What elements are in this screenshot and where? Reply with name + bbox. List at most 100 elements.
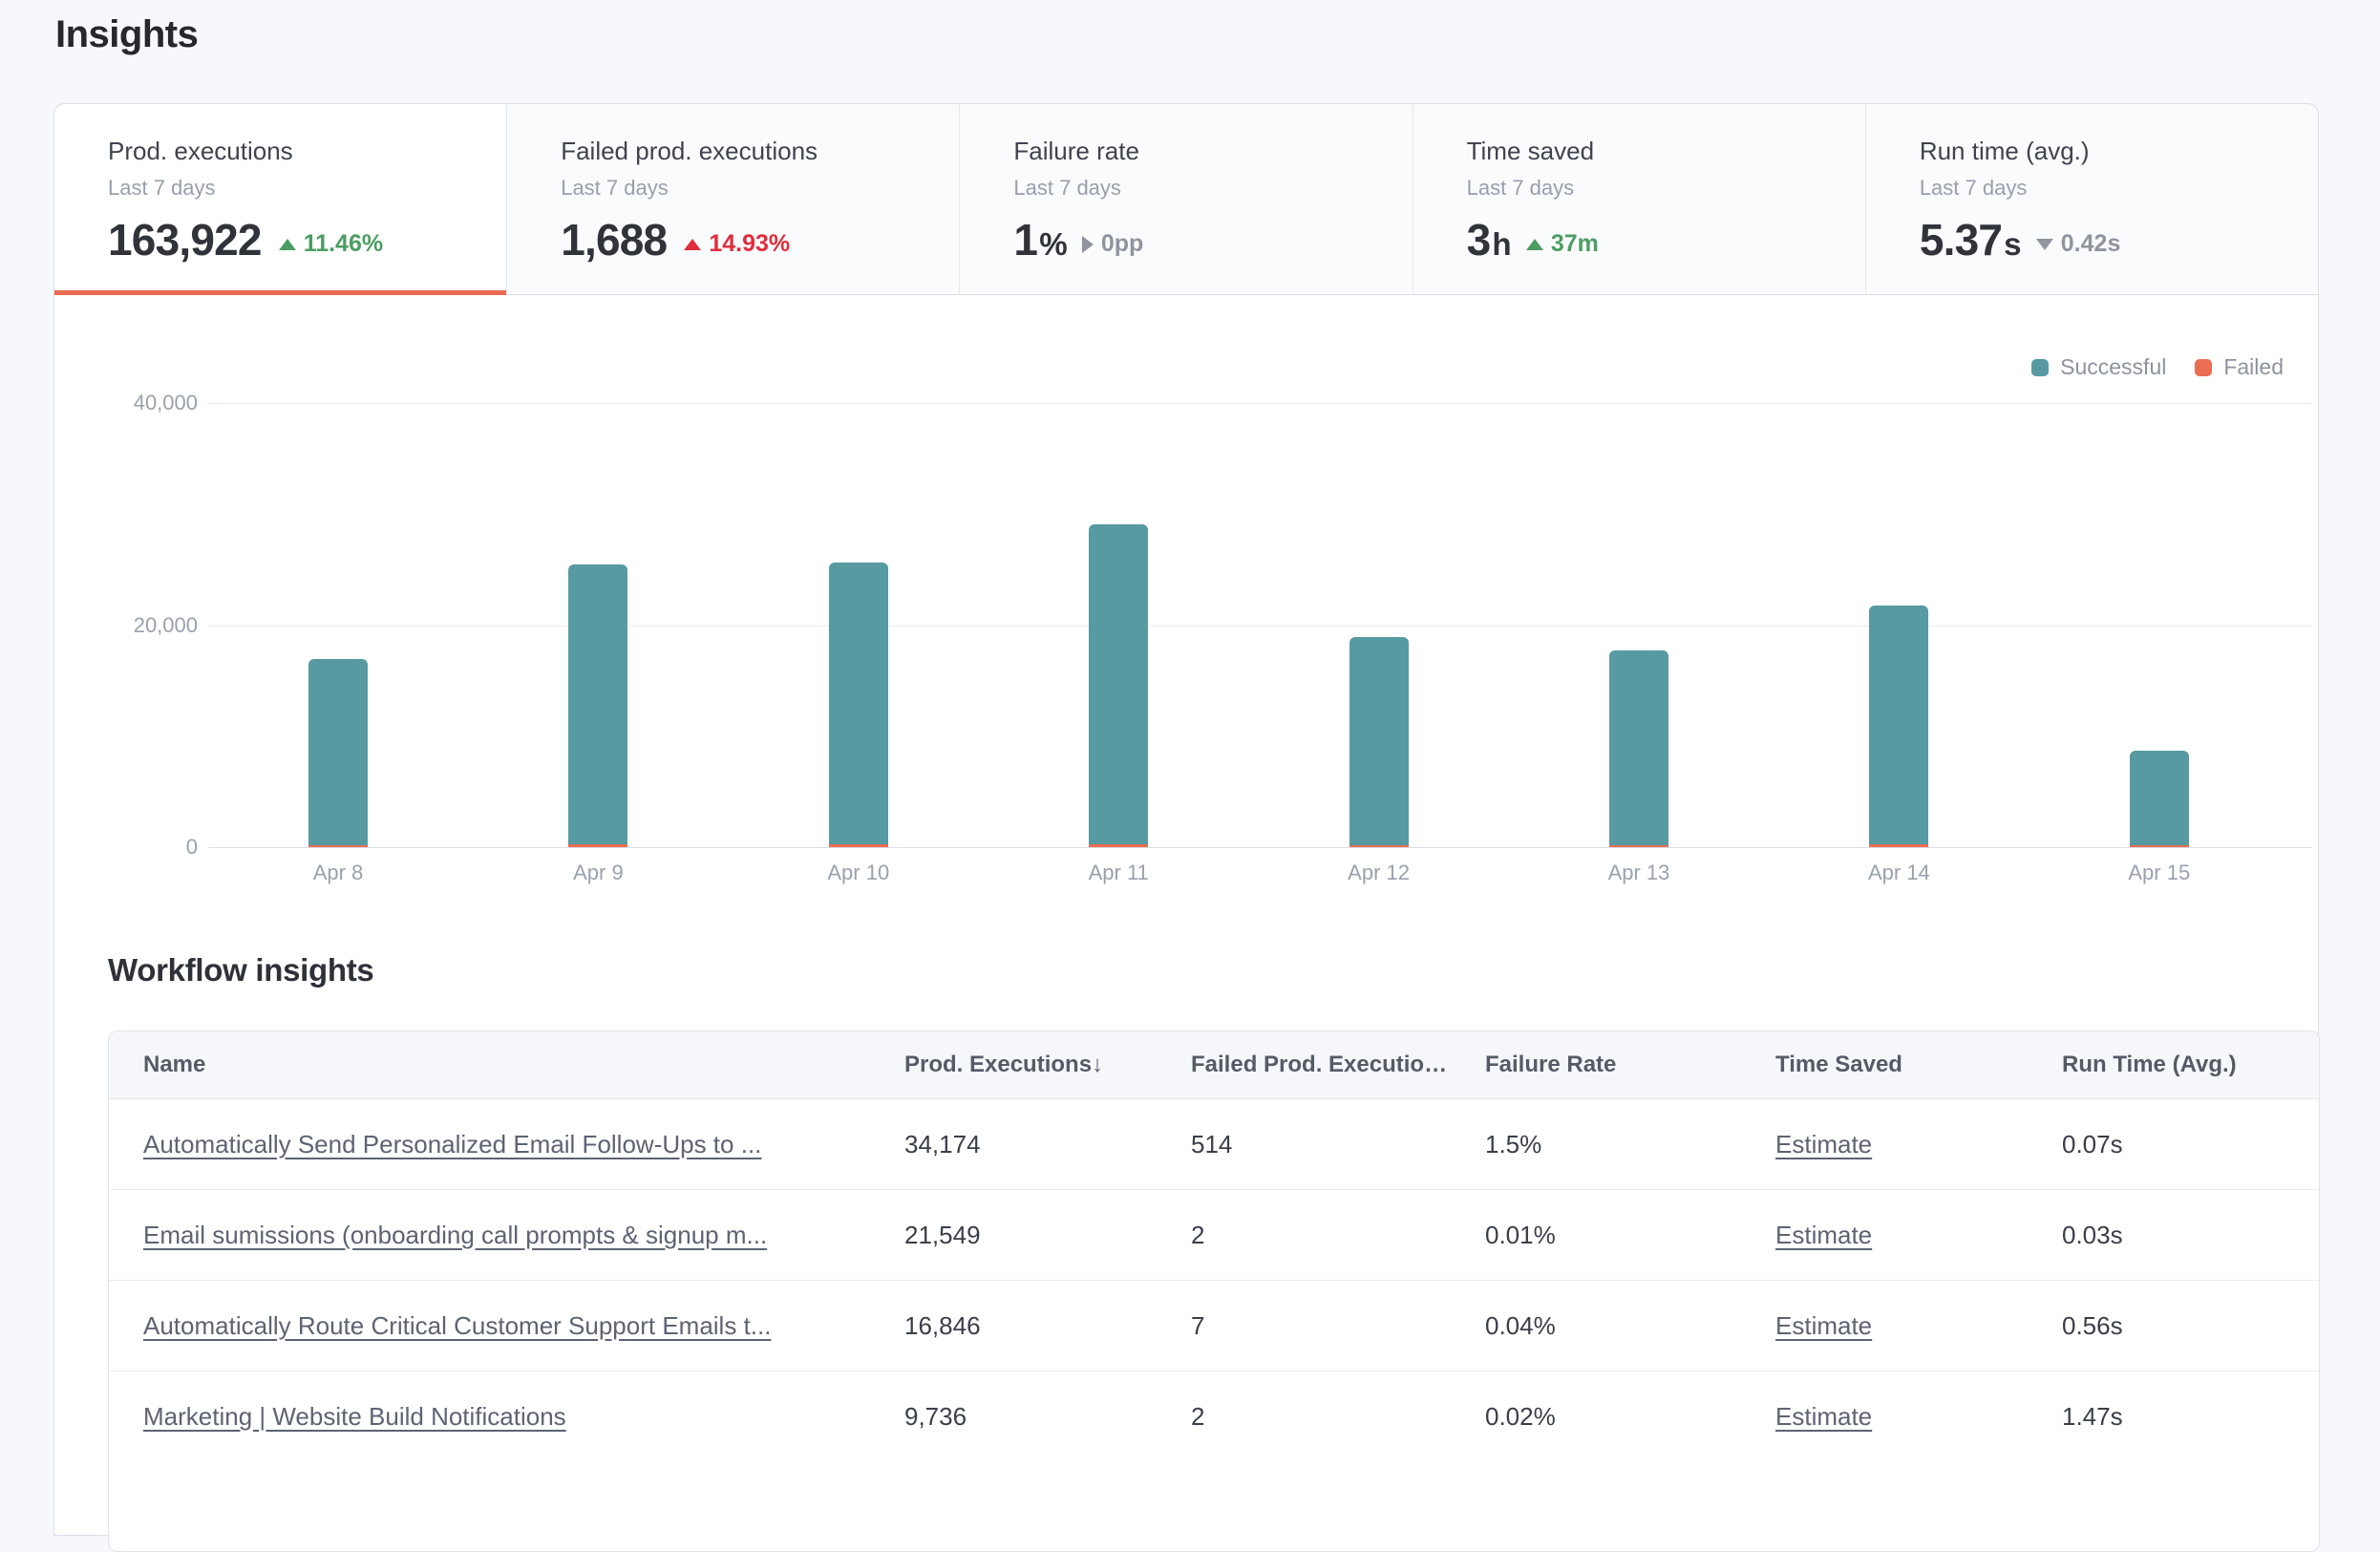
legend-swatch-icon [2031,359,2049,376]
legend-item-failed[interactable]: Failed [2195,354,2284,380]
cell-failure-rate: 0.01% [1451,1221,1741,1250]
cell-run-time: 0.07s [2028,1130,2319,1159]
column-header-failure-rate[interactable]: Failure Rate [1451,1052,1741,1078]
x-axis-label: Apr 11 [1042,861,1195,885]
column-header-prod-executions[interactable]: Prod. Executions↓ [870,1052,1157,1078]
bar-apr-15 [2130,751,2189,847]
cell-time-saved: Estimate [1741,1311,2028,1341]
metric-delta: 37m [1526,230,1599,258]
x-axis-label: Apr 13 [1562,861,1715,885]
estimate-link[interactable]: Estimate [1775,1130,1872,1159]
x-axis-label: Apr 10 [782,861,935,885]
cell-failure-rate: 0.02% [1451,1402,1741,1432]
bar-apr-14 [1869,606,1928,847]
metric-period: Last 7 days [1013,176,1358,201]
table-row: Email sumissions (onboarding call prompt… [109,1190,2319,1281]
bar-apr-8 [308,659,368,847]
x-axis-label: Apr 14 [1822,861,1975,885]
sort-descending-icon: ↓ [1092,1052,1103,1077]
cell-name: Automatically Route Critical Customer Su… [109,1311,870,1341]
x-axis-label: Apr 8 [262,861,414,885]
estimate-link[interactable]: Estimate [1775,1311,1872,1340]
legend-item-successful[interactable]: Successful [2031,354,2166,380]
cell-name: Automatically Send Personalized Email Fo… [109,1130,870,1159]
column-header-name[interactable]: Name [109,1052,870,1078]
bar-segment-failed [1609,845,1668,848]
y-axis-label: 40,000 [83,391,198,415]
workflow-name-link[interactable]: Marketing | Website Build Notifications [143,1402,566,1431]
bar-segment-successful [1609,650,1668,845]
tab-failure-rate[interactable]: Failure rate Last 7 days 1% 0pp [959,104,1412,295]
gridline [208,847,2312,848]
insights-panel: Prod. executions Last 7 days 163,922 11.… [53,103,2319,1536]
gridline [208,403,2312,404]
executions-bar-chart: SuccessfulFailed 40,00020,0000Apr 8Apr 9… [54,295,2318,925]
bar-segment-successful [1349,637,1409,844]
table-header-row: NameProd. Executions↓Failed Prod. Execut… [109,1031,2319,1099]
cell-prod-executions: 21,549 [870,1221,1157,1250]
trend-up-icon [279,239,296,250]
column-header-failed-prod-executions[interactable]: Failed Prod. Executions [1157,1052,1451,1078]
estimate-link[interactable]: Estimate [1775,1402,1872,1431]
tab-prod-executions[interactable]: Prod. executions Last 7 days 163,922 11.… [54,104,506,295]
cell-prod-executions: 34,174 [870,1130,1157,1159]
cell-failed-prod-executions: 7 [1157,1311,1451,1341]
cell-failure-rate: 1.5% [1451,1130,1741,1159]
gridline [208,626,2312,627]
workflow-insights-heading: Workflow insights [108,952,373,989]
tab-failed-prod-executions[interactable]: Failed prod. executions Last 7 days 1,68… [506,104,959,295]
table-row: Automatically Route Critical Customer Su… [109,1281,2319,1371]
y-axis-label: 0 [83,835,198,860]
metric-title: Failed prod. executions [561,137,905,166]
cell-run-time: 0.56s [2028,1311,2319,1341]
metric-title: Run time (avg.) [1920,137,2264,166]
cell-failed-prod-executions: 2 [1157,1402,1451,1432]
bar-segment-successful [568,564,627,844]
y-axis-label: 20,000 [83,613,198,638]
cell-prod-executions: 9,736 [870,1402,1157,1432]
metric-period: Last 7 days [561,176,905,201]
cell-time-saved: Estimate [1741,1130,2028,1159]
bar-segment-failed [568,844,627,847]
column-header-run-time-avg-[interactable]: Run Time (Avg.) [2028,1052,2319,1078]
column-header-time-saved[interactable]: Time Saved [1741,1052,2028,1078]
cell-run-time: 1.47s [2028,1402,2319,1432]
cell-time-saved: Estimate [1741,1402,2028,1432]
trend-neutral-icon [1082,236,1094,253]
cell-name: Email sumissions (onboarding call prompt… [109,1221,870,1250]
cell-run-time: 0.03s [2028,1221,2319,1250]
x-axis-label: Apr 12 [1303,861,1456,885]
metric-title: Failure rate [1013,137,1358,166]
tab-run-time-avg[interactable]: Run time (avg.) Last 7 days 5.37s 0.42s [1865,104,2318,295]
legend-label: Successful [2060,354,2166,380]
bar-segment-successful [829,563,888,844]
bar-segment-failed [1869,844,1928,847]
metric-period: Last 7 days [108,176,453,201]
trend-up-icon [1526,239,1543,250]
legend-swatch-icon [2195,359,2212,376]
bar-segment-failed [829,844,888,847]
cell-failure-rate: 0.04% [1451,1311,1741,1341]
bar-segment-successful [1089,524,1148,843]
chart-legend: Successful Failed [2031,354,2284,380]
metric-delta: 0.42s [2036,230,2121,258]
page-title: Insights [55,13,198,56]
cell-prod-executions: 16,846 [870,1311,1157,1341]
cell-time-saved: Estimate [1741,1221,2028,1250]
bar-apr-12 [1349,637,1409,847]
table-row: Automatically Send Personalized Email Fo… [109,1099,2319,1190]
tab-time-saved[interactable]: Time saved Last 7 days 3h 37m [1413,104,1865,295]
bar-segment-successful [308,659,368,844]
workflow-name-link[interactable]: Email sumissions (onboarding call prompt… [143,1221,767,1249]
bar-apr-9 [568,564,627,847]
workflow-name-link[interactable]: Automatically Route Critical Customer Su… [143,1311,771,1340]
estimate-link[interactable]: Estimate [1775,1221,1872,1249]
bar-segment-successful [2130,751,2189,844]
workflow-name-link[interactable]: Automatically Send Personalized Email Fo… [143,1130,761,1159]
trend-down-icon [2036,239,2053,250]
metric-title: Time saved [1467,137,1812,166]
metric-tabs: Prod. executions Last 7 days 163,922 11.… [54,104,2318,295]
cell-failed-prod-executions: 514 [1157,1130,1451,1159]
workflow-insights-table: NameProd. Executions↓Failed Prod. Execut… [108,1031,2320,1552]
bar-apr-11 [1089,524,1148,847]
